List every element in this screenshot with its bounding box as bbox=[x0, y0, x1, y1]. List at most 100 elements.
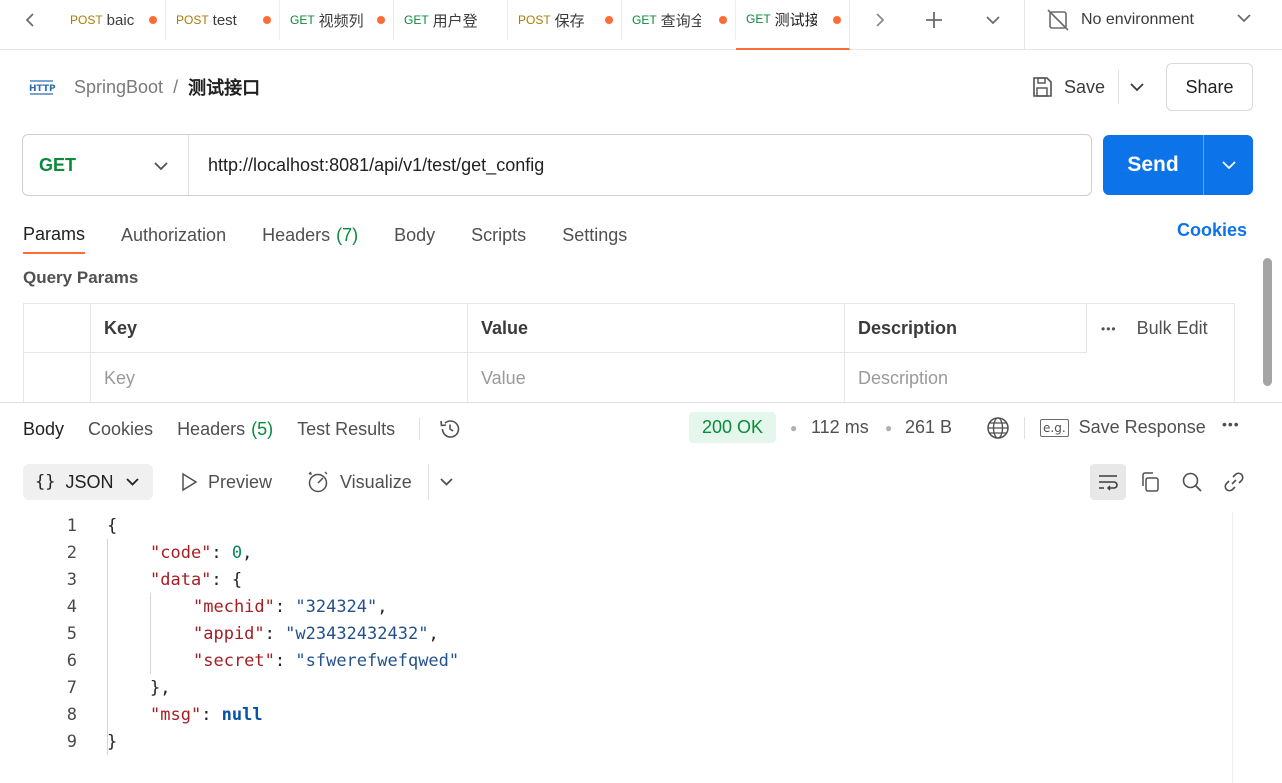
method-selector[interactable]: GET bbox=[23, 135, 189, 195]
chevron-left-icon[interactable] bbox=[12, 0, 48, 40]
tab-label: Scripts bbox=[471, 224, 527, 245]
format-selector[interactable]: {} JSON bbox=[23, 464, 153, 500]
send-button-group: Send bbox=[1103, 135, 1253, 195]
json-braces-icon: {} bbox=[35, 472, 56, 492]
svg-text:HTTP: HTTP bbox=[29, 84, 56, 94]
code-line: 4 "mechid": "324324", bbox=[0, 593, 1230, 620]
unsaved-dot-icon bbox=[833, 16, 841, 24]
line-number: 2 bbox=[66, 542, 77, 563]
response-size[interactable]: 261 B bbox=[905, 412, 952, 443]
line-number: 1 bbox=[66, 515, 77, 536]
line-number: 6 bbox=[66, 650, 77, 671]
tab-label: Test Results bbox=[297, 418, 396, 439]
row-checkbox-cell bbox=[24, 353, 91, 403]
code-line: 6 "secret": "sfwerefwefqwed" bbox=[0, 647, 1230, 674]
response-tab-body[interactable]: Body bbox=[23, 412, 64, 446]
more-icon: ••• bbox=[1101, 321, 1117, 336]
request-tab[interactable]: POST test bbox=[166, 0, 280, 40]
request-tab[interactable]: GET 查询全 bbox=[622, 0, 736, 40]
description-input[interactable]: Description bbox=[845, 353, 1235, 403]
status-badge[interactable]: 200 OK bbox=[689, 412, 777, 443]
plus-icon[interactable] bbox=[916, 0, 952, 40]
share-button[interactable]: Share bbox=[1166, 63, 1253, 111]
copy-icon[interactable] bbox=[1132, 464, 1168, 500]
chevron-down-icon bbox=[1221, 160, 1236, 170]
tab-label: Cookies bbox=[88, 418, 154, 439]
bullet-separator: ● bbox=[790, 420, 798, 435]
tab-method: GET bbox=[632, 13, 657, 27]
request-tab[interactable]: POST baic bbox=[60, 0, 166, 40]
bulk-edit-button[interactable]: ••• Bulk Edit bbox=[1087, 304, 1235, 353]
request-tab[interactable]: GET 用户登 bbox=[394, 0, 508, 40]
wrap-icon[interactable] bbox=[1090, 464, 1126, 500]
share-label: Share bbox=[1185, 76, 1234, 97]
code-text: "msg": null bbox=[150, 704, 263, 725]
chevron-down-icon bbox=[1129, 82, 1144, 92]
environment-label: No environment bbox=[1081, 11, 1194, 28]
environment-selector[interactable]: No environment bbox=[1024, 0, 1282, 50]
tab-authorization[interactable]: Authorization bbox=[121, 216, 226, 254]
tab-method: POST bbox=[176, 13, 209, 27]
response-time[interactable]: 112 ms bbox=[811, 412, 869, 443]
search-icon[interactable] bbox=[1174, 464, 1210, 500]
tab-label: Body bbox=[23, 418, 65, 439]
line-number: 5 bbox=[66, 623, 77, 644]
response-tabs: Body Cookies Headers (5) Test Results bbox=[23, 412, 462, 446]
cookies-link[interactable]: Cookies bbox=[1177, 220, 1247, 241]
http-icon: HTTP bbox=[28, 77, 56, 97]
history-icon[interactable] bbox=[438, 417, 462, 441]
code-line: 9} bbox=[0, 728, 1230, 755]
tab-headers[interactable]: Headers (7) bbox=[262, 216, 358, 254]
tab-name: 查询全 bbox=[660, 12, 701, 30]
save-options-dropdown[interactable] bbox=[1118, 70, 1154, 104]
chevron-right-icon[interactable] bbox=[862, 0, 898, 40]
chevron-down-icon[interactable] bbox=[975, 0, 1011, 40]
response-tab-test-results[interactable]: Test Results bbox=[297, 412, 395, 446]
preview-button[interactable]: Preview bbox=[180, 464, 272, 500]
send-options-dropdown[interactable] bbox=[1203, 135, 1253, 195]
send-button[interactable]: Send bbox=[1103, 135, 1203, 195]
key-input[interactable]: Key bbox=[91, 353, 468, 403]
code-line: 2 "code": 0, bbox=[0, 539, 1230, 566]
pane-divider[interactable] bbox=[0, 402, 1282, 403]
url-input[interactable]: http://localhost:8081/api/v1/test/get_co… bbox=[208, 135, 544, 195]
value-input[interactable]: Value bbox=[468, 353, 845, 403]
save-response-label: Save Response bbox=[1078, 417, 1206, 437]
tab-scripts[interactable]: Scripts bbox=[471, 216, 526, 254]
code-text: }, bbox=[150, 677, 171, 698]
code-line: 1{ bbox=[0, 512, 1230, 539]
globe-icon[interactable] bbox=[985, 412, 1011, 443]
tab-name: 视频列 bbox=[318, 12, 363, 30]
visualize-icon bbox=[306, 470, 330, 494]
tab-params[interactable]: Params bbox=[23, 216, 86, 254]
response-tab-cookies[interactable]: Cookies bbox=[88, 412, 153, 446]
query-params-table: Key Value Description ••• Bulk Edit Key … bbox=[23, 303, 1235, 403]
request-title[interactable]: 测试接口 bbox=[188, 74, 260, 100]
link-icon[interactable] bbox=[1216, 464, 1252, 500]
collection-link[interactable]: SpringBoot bbox=[74, 77, 163, 98]
breadcrumb-separator: / bbox=[173, 76, 179, 97]
unsaved-dot-icon bbox=[377, 16, 385, 24]
code-line: 8 "msg": null bbox=[0, 701, 1230, 728]
request-tab-active[interactable]: GET 测试接 bbox=[736, 0, 850, 50]
bulk-edit-label: Bulk Edit bbox=[1136, 318, 1208, 338]
save-response-icon: e.g. bbox=[1040, 418, 1069, 437]
visualize-button[interactable]: Visualize bbox=[306, 464, 412, 500]
more-icon[interactable]: ••• bbox=[1222, 416, 1240, 432]
save-button[interactable]: Save bbox=[1030, 70, 1105, 104]
request-tab[interactable]: GET 视频列 bbox=[280, 0, 394, 40]
code-line: 5 "appid": "w23432432432", bbox=[0, 620, 1230, 647]
tab-label: Authorization bbox=[121, 224, 227, 245]
tab-settings[interactable]: Settings bbox=[562, 216, 627, 254]
request-pane-scrollbar[interactable] bbox=[1263, 258, 1272, 386]
save-response-button[interactable]: e.g. Save Response bbox=[1040, 412, 1206, 443]
query-params-title: Query Params bbox=[23, 268, 139, 287]
bullet-separator: ● bbox=[885, 420, 893, 435]
unsaved-dot-icon bbox=[149, 16, 157, 24]
request-tab[interactable]: POST 保存 bbox=[508, 0, 622, 40]
line-number: 7 bbox=[66, 677, 77, 698]
visualize-options-dropdown[interactable] bbox=[428, 464, 464, 500]
response-tab-headers[interactable]: Headers (5) bbox=[177, 412, 273, 446]
tab-body[interactable]: Body bbox=[394, 216, 435, 254]
code-line: 7}, bbox=[0, 674, 1230, 701]
